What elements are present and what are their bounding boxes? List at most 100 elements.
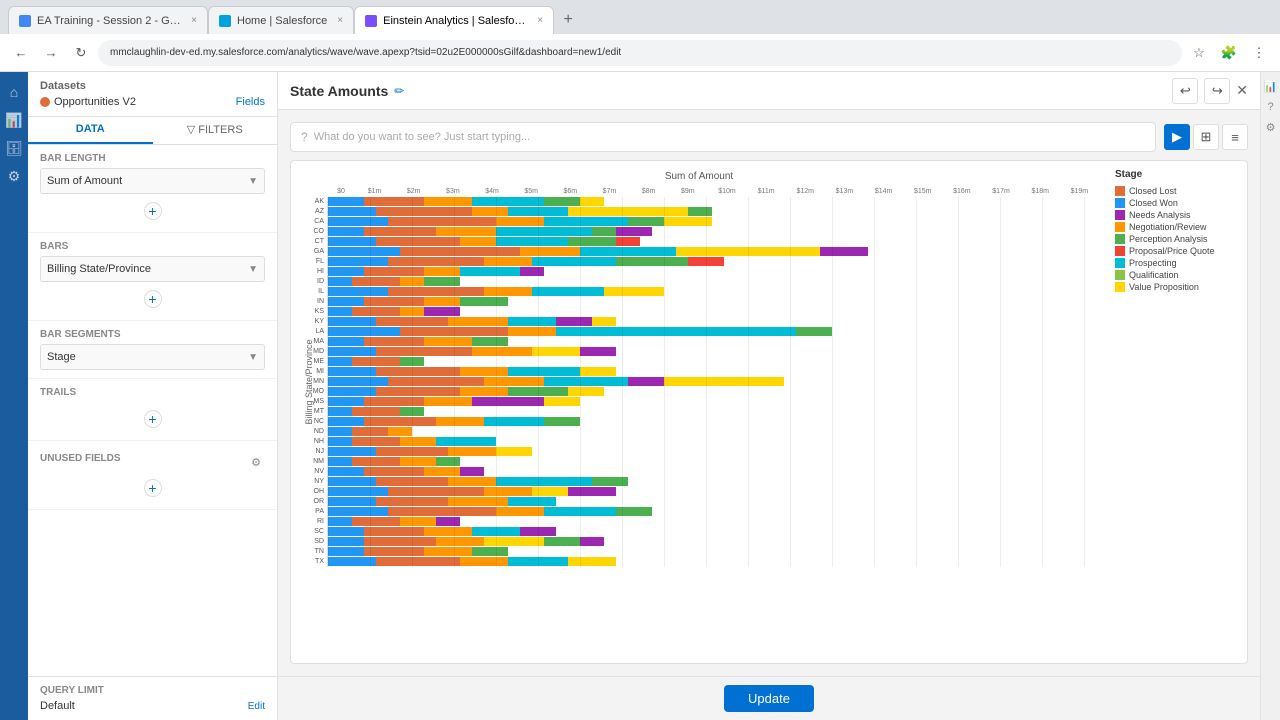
bar-row[interactable] — [328, 547, 1099, 556]
tab-1[interactable]: EA Training - Session 2 - Google... × — [8, 6, 208, 34]
edit-link[interactable]: Edit — [248, 701, 265, 712]
chart-mini-icon[interactable]: 📊 — [1264, 80, 1278, 93]
table-view-button[interactable]: ⊞ — [1193, 124, 1219, 150]
bar-row[interactable] — [328, 237, 1099, 246]
bar-row[interactable] — [328, 207, 1099, 216]
bar-row[interactable] — [328, 507, 1099, 516]
bar-row[interactable] — [328, 377, 1099, 386]
bar-row[interactable] — [328, 487, 1099, 496]
data-nav-icon[interactable]: 🗄 — [2, 136, 26, 160]
settings-button[interactable]: ⋮ — [1246, 40, 1272, 66]
chart-view-button[interactable]: ▶ — [1164, 124, 1190, 150]
extensions-button[interactable]: 🧩 — [1216, 40, 1242, 66]
tab-data[interactable]: DATA — [28, 117, 153, 144]
bar-row[interactable] — [328, 517, 1099, 526]
bar-length-select[interactable]: Sum of Amount ▼ — [40, 168, 265, 194]
x-label-19: $19m — [1060, 188, 1099, 195]
bar-row[interactable] — [328, 437, 1099, 446]
bar-row[interactable] — [328, 417, 1099, 426]
tab-close-3[interactable]: × — [537, 15, 543, 26]
bar-row[interactable] — [328, 497, 1099, 506]
bar-row[interactable] — [328, 197, 1099, 206]
bar-row[interactable] — [328, 457, 1099, 466]
analytics-nav-icon[interactable]: 📊 — [2, 108, 26, 132]
settings-view-button[interactable]: ≡ — [1222, 124, 1248, 150]
back-button[interactable]: ← — [8, 40, 34, 66]
bar-row[interactable] — [328, 367, 1099, 376]
bar-segment — [688, 207, 712, 216]
update-button[interactable]: Update — [724, 685, 814, 712]
bar-length-add-button[interactable]: + — [144, 202, 162, 220]
bar-segment — [544, 507, 616, 516]
bar-row[interactable] — [328, 387, 1099, 396]
bar-segment — [460, 467, 484, 476]
bar-row[interactable] — [328, 427, 1099, 436]
search-bar[interactable]: ? What do you want to see? Just start ty… — [290, 122, 1156, 152]
bar-row[interactable] — [328, 467, 1099, 476]
right-mini-nav: 📊 ? ⚙ — [1260, 72, 1280, 720]
unused-add: + — [40, 471, 265, 501]
bar-row[interactable] — [328, 357, 1099, 366]
trails-add-button[interactable]: + — [144, 410, 162, 428]
forward-button[interactable]: → — [38, 40, 64, 66]
bar-row[interactable] — [328, 477, 1099, 486]
bar-length-section: Bar Length Sum of Amount ▼ + — [28, 145, 277, 233]
address-bar[interactable]: mmclaughlin-dev-ed.my.salesforce.com/ana… — [98, 40, 1182, 66]
reload-button[interactable]: ↻ — [68, 40, 94, 66]
bar-row[interactable] — [328, 347, 1099, 356]
bar-row[interactable] — [328, 257, 1099, 266]
top-actions: ↩ ↪ ✕ — [1172, 78, 1248, 104]
y-label: OR — [299, 497, 327, 506]
bar-row[interactable] — [328, 317, 1099, 326]
bar-segment — [328, 537, 364, 546]
bar-row[interactable] — [328, 447, 1099, 456]
bar-row[interactable] — [328, 287, 1099, 296]
bars-select[interactable]: Billing State/Province ▼ — [40, 256, 265, 282]
tab-3[interactable]: Einstein Analytics | Salesforce - ... × — [354, 6, 554, 34]
new-tab-button[interactable]: + — [554, 6, 582, 34]
bar-row[interactable] — [328, 217, 1099, 226]
bars-add-button[interactable]: + — [144, 290, 162, 308]
bar-row[interactable] — [328, 297, 1099, 306]
settings-nav-icon[interactable]: ⚙ — [2, 164, 26, 188]
main-content: State Amounts ✏ ↩ ↪ ✕ ? What do you want… — [278, 72, 1260, 720]
settings-mini-icon[interactable]: ⚙ — [1266, 121, 1276, 134]
search-mini-icon[interactable]: ? — [1267, 101, 1273, 113]
bar-row[interactable] — [328, 527, 1099, 536]
legend-item-label: Prospecting — [1129, 258, 1177, 268]
bar-row[interactable] — [328, 407, 1099, 416]
bar-row[interactable] — [328, 267, 1099, 276]
bar-segment — [508, 557, 568, 566]
bar-segment — [328, 327, 400, 336]
unused-fields-gear-icon[interactable]: ⚙ — [247, 453, 265, 471]
home-nav-icon[interactable]: ⌂ — [2, 80, 26, 104]
bookmarks-star[interactable]: ☆ — [1186, 40, 1212, 66]
bar-segment — [448, 497, 508, 506]
bar-segment — [484, 537, 544, 546]
tab-2[interactable]: Home | Salesforce × — [208, 6, 354, 34]
close-panel-button[interactable]: ✕ — [1236, 82, 1248, 99]
bar-row[interactable] — [328, 327, 1099, 336]
bar-row[interactable] — [328, 397, 1099, 406]
bar-row[interactable] — [328, 557, 1099, 566]
legend-title: Stage — [1115, 169, 1239, 180]
bar-row[interactable] — [328, 537, 1099, 546]
redo-button[interactable]: ↪ — [1204, 78, 1230, 104]
bar-segments-select[interactable]: Stage ▼ — [40, 344, 265, 370]
fields-link[interactable]: Fields — [236, 96, 265, 108]
app-container: ⌂ 📊 🗄 ⚙ Datasets Opportunities V2 Fields… — [0, 72, 1280, 720]
unused-add-button[interactable]: + — [144, 479, 162, 497]
undo-button[interactable]: ↩ — [1172, 78, 1198, 104]
bar-row[interactable] — [328, 337, 1099, 346]
tab-close-1[interactable]: × — [191, 15, 197, 26]
bar-segment — [496, 507, 544, 516]
bar-row[interactable] — [328, 277, 1099, 286]
tab-close-2[interactable]: × — [337, 15, 343, 26]
tab-filters[interactable]: ▽FILTERS — [153, 117, 278, 144]
title-edit-icon[interactable]: ✏ — [394, 84, 404, 98]
bar-segment — [328, 347, 376, 356]
bar-row[interactable] — [328, 227, 1099, 236]
bar-row[interactable] — [328, 247, 1099, 256]
bar-row[interactable] — [328, 307, 1099, 316]
dataset-dot-icon — [40, 97, 50, 107]
